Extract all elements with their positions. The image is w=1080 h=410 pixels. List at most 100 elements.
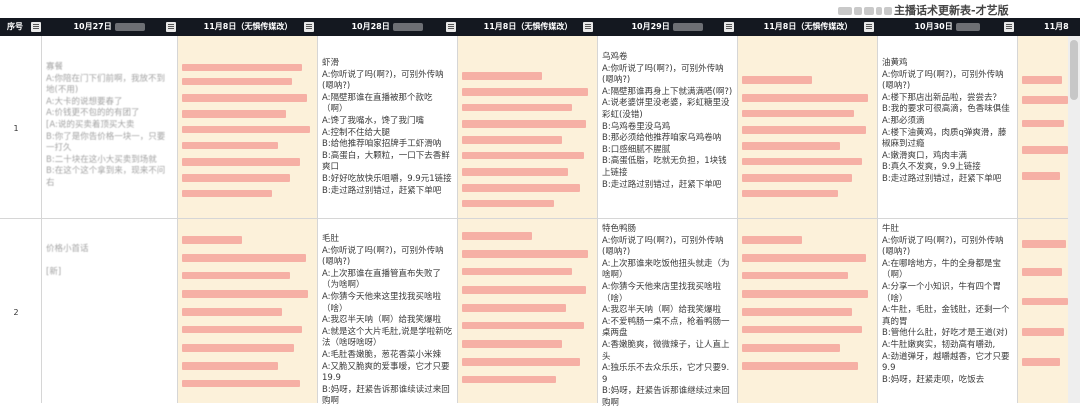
redacted-mark bbox=[182, 272, 290, 279]
filter-icon[interactable] bbox=[446, 22, 456, 32]
filter-icon[interactable] bbox=[166, 22, 176, 32]
redacted-mark bbox=[742, 290, 868, 298]
redacted-mark bbox=[182, 344, 294, 352]
header-label: 10月27日 bbox=[73, 22, 112, 31]
header-seq[interactable]: 序号 bbox=[0, 18, 30, 36]
redacted-mark bbox=[742, 126, 866, 134]
row-divider bbox=[0, 218, 1080, 219]
redacted-mark bbox=[182, 254, 306, 262]
header-label: 11月8日（无惧传媒改） bbox=[763, 22, 853, 31]
header-date-7[interactable]: 10月30日 bbox=[878, 18, 1018, 36]
scrollbar-thumb[interactable] bbox=[1070, 40, 1078, 100]
redacted-mark bbox=[114, 22, 145, 31]
filter-icon[interactable] bbox=[304, 22, 314, 32]
redacted-mark bbox=[462, 152, 584, 159]
redacted-mark bbox=[1022, 240, 1066, 248]
redacted-mark bbox=[1022, 120, 1064, 127]
redacted-mark bbox=[462, 322, 584, 329]
redacted-mark bbox=[742, 142, 840, 150]
filter-icon[interactable] bbox=[583, 22, 593, 32]
table-cell[interactable]: 乌鸡卷 A:你听说了吗(啊?)，可别外传呐(嗯呐?) A:隔壁那谁再身上下就满满… bbox=[602, 52, 734, 191]
table-cell[interactable]: 寡餐 A:你陪在门下们前啊，我放不到地(不用) A:大卡的说想要春了 A:价钱更… bbox=[46, 62, 172, 190]
redacted-mark bbox=[182, 126, 310, 133]
header-label: 11月8日（无惧传媒改） bbox=[483, 22, 573, 31]
redacted-mark bbox=[462, 200, 554, 207]
redacted-mark bbox=[182, 326, 302, 333]
redacted-mark bbox=[182, 190, 272, 197]
filter-icon[interactable] bbox=[724, 22, 734, 32]
header-date-8[interactable]: 11月8 bbox=[1018, 18, 1080, 36]
header-date-2[interactable]: 11月8日（无惧传媒改） bbox=[178, 18, 318, 36]
redacted-mark bbox=[1022, 298, 1068, 305]
header-date-5[interactable]: 10月29日 bbox=[598, 18, 738, 36]
redacted-mark bbox=[742, 158, 862, 165]
filter-icon[interactable] bbox=[864, 22, 874, 32]
header-date-1[interactable]: 10月27日 bbox=[42, 18, 178, 36]
redacted-mark bbox=[462, 304, 566, 312]
redacted-mark bbox=[742, 236, 802, 244]
redacted-mark bbox=[742, 272, 848, 279]
sheet-grid: 1 2 寡餐 A:你陪在门下们前啊，我放不到地(不用) A:大卡的说想要春了 A… bbox=[0, 36, 1080, 408]
redacted-mark bbox=[742, 326, 862, 333]
redacted-mark bbox=[1022, 146, 1068, 154]
redacted-mark bbox=[462, 72, 542, 80]
header-label: 10月28日 bbox=[351, 22, 390, 31]
redacted-mark bbox=[462, 232, 532, 240]
redacted-mark bbox=[182, 236, 242, 244]
redacted-mark bbox=[182, 158, 300, 166]
redacted-mark bbox=[462, 376, 556, 383]
sheet-title: 主播话术更新表-才艺版 bbox=[838, 2, 1009, 18]
redacted-mark bbox=[742, 76, 812, 84]
table-cell[interactable]: 价格小首话 [新] bbox=[46, 244, 172, 337]
redacted-mark bbox=[462, 340, 562, 348]
redacted-mark bbox=[182, 362, 278, 370]
redacted-mark bbox=[182, 308, 282, 316]
redacted-mark bbox=[182, 290, 308, 298]
redacted-mark bbox=[1022, 96, 1068, 104]
redacted-mark bbox=[742, 174, 852, 182]
redacted-mark bbox=[864, 7, 874, 15]
filter-icon[interactable] bbox=[1004, 22, 1014, 32]
redacted-mark bbox=[182, 94, 307, 102]
redacted-mark bbox=[462, 168, 568, 176]
table-cell[interactable]: 油黄鸡 A:你听说了吗(啊?)，可别外传呐(嗯呐?) A:楼下那店出新品啦，尝尝… bbox=[882, 58, 1014, 186]
redacted-mark bbox=[182, 64, 302, 71]
header-date-3[interactable]: 10月28日 bbox=[318, 18, 458, 36]
redacted-mark bbox=[462, 358, 580, 366]
redacted-mark bbox=[182, 110, 286, 118]
redacted-mark bbox=[838, 7, 852, 15]
row-number: 1 bbox=[13, 124, 19, 133]
redacted-mark bbox=[742, 254, 866, 262]
header-date-6[interactable]: 11月8日（无惧传媒改） bbox=[738, 18, 878, 36]
redacted-mark bbox=[854, 7, 862, 15]
redacted-mark bbox=[955, 22, 980, 31]
column-seq bbox=[0, 36, 42, 403]
redacted-mark bbox=[462, 88, 588, 96]
header-date-4[interactable]: 11月8日（无惧传媒改） bbox=[458, 18, 598, 36]
vertical-scrollbar[interactable] bbox=[1068, 36, 1080, 403]
redacted-mark bbox=[462, 268, 572, 275]
redacted-mark bbox=[462, 286, 586, 294]
filter-icon[interactable] bbox=[31, 22, 41, 32]
table-cell[interactable]: 牛肚 A:你听说了吗(啊?)，可别外传呐(嗯呐?) A:在哪啥地方，牛的全身都是… bbox=[882, 224, 1014, 386]
redacted-mark bbox=[742, 110, 854, 117]
redacted-mark bbox=[182, 78, 292, 85]
table-cell[interactable]: 特色鸭肠 A:你听说了吗(啊?)，可别外传呐(嗯呐?) A:上次那谁来吃饭他扭头… bbox=[602, 224, 734, 410]
column-header-row: 序号 10月27日 11月8日（无惧传媒改） 10月28日 11月8日（无惧传媒… bbox=[0, 18, 1080, 36]
sheet-title-text: 主播话术更新表-才艺版 bbox=[894, 4, 1009, 17]
table-cell[interactable]: 毛肚 A:你听说了吗(啊?)，可别外传呐(嗯呐?) A:上次那谁在直播管直布失败… bbox=[322, 234, 454, 408]
redacted-mark bbox=[742, 362, 858, 370]
header-label: 11月8日（无惧传媒改） bbox=[203, 22, 293, 31]
redacted-mark bbox=[462, 136, 562, 144]
redacted-mark bbox=[462, 120, 586, 128]
redacted-mark bbox=[182, 380, 300, 387]
redacted-mark bbox=[462, 250, 588, 258]
redacted-mark bbox=[1022, 328, 1064, 336]
header-label: 11月8 bbox=[1044, 22, 1069, 31]
redacted-mark bbox=[182, 174, 290, 182]
redacted-mark bbox=[742, 94, 868, 102]
table-cell[interactable]: 虾滑 A:你听说了吗(啊?)，可别外传呐(嗯呐?) A:隔壁那谁在直播被那个款吃… bbox=[322, 58, 454, 197]
redacted-mark bbox=[742, 308, 852, 316]
redacted-mark bbox=[672, 22, 703, 31]
redacted-mark bbox=[462, 104, 572, 111]
